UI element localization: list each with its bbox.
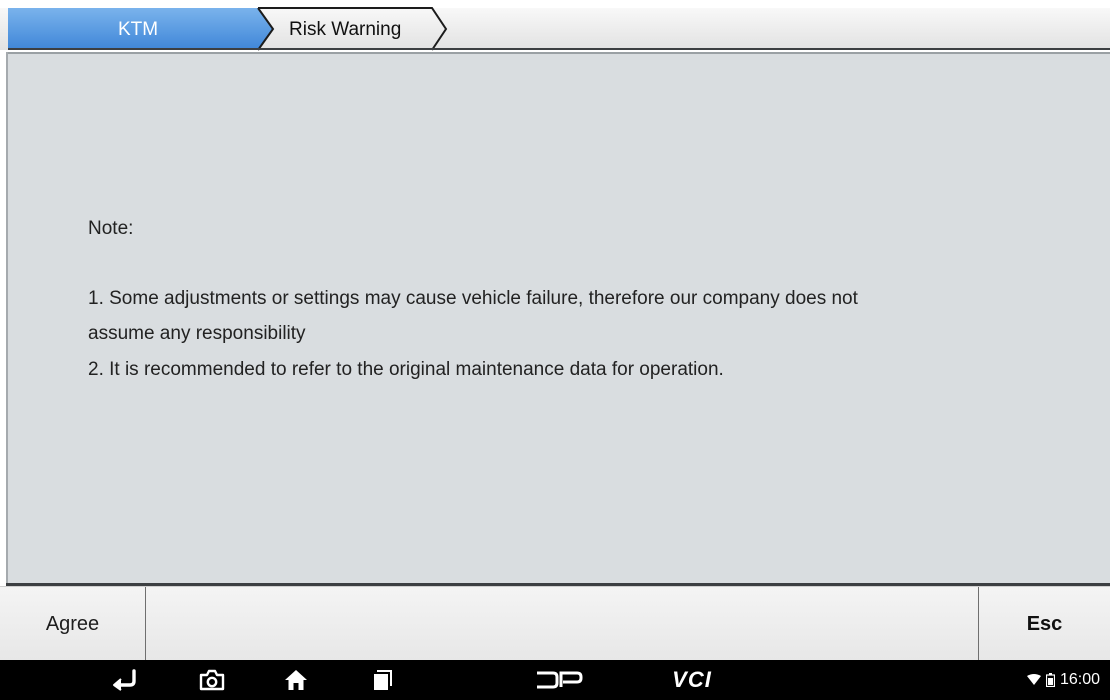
wifi-icon [1026, 674, 1041, 685]
vci-label: VCI [672, 667, 712, 692]
panel-left-border [6, 52, 8, 586]
camera-icon[interactable] [188, 660, 236, 700]
status-area: 16:00 [1026, 660, 1100, 700]
action-bar: Agree Esc [0, 586, 1110, 661]
breadcrumb-item-ktm[interactable]: KTM [118, 18, 158, 42]
recent-apps-icon[interactable] [358, 660, 406, 700]
vci-icon[interactable]: VCI [662, 660, 722, 700]
esc-button[interactable]: Esc [978, 587, 1110, 661]
note-line-2: assume any responsibility [88, 323, 306, 344]
breadcrumb-item-risk-warning: Risk Warning [289, 19, 402, 40]
note-line-3: 2. It is recommended to refer to the ori… [88, 359, 724, 380]
breadcrumb: KTM Risk Warning [0, 0, 1110, 51]
breadcrumb-shapes [0, 7, 1110, 51]
breadcrumb-underline [8, 48, 1110, 50]
back-icon[interactable] [100, 660, 148, 700]
note-title: Note: [88, 218, 134, 239]
status-time: 16:00 [1059, 671, 1100, 688]
battery-icon [1045, 673, 1055, 687]
dp-logo-icon[interactable] [528, 660, 590, 700]
agree-button[interactable]: Agree [0, 587, 146, 661]
system-navbar: VCI 16:00 [0, 660, 1110, 700]
home-icon[interactable] [272, 660, 320, 700]
note-line-1: 1. Some adjustments or settings may caus… [88, 288, 858, 309]
content-panel [6, 52, 1110, 584]
